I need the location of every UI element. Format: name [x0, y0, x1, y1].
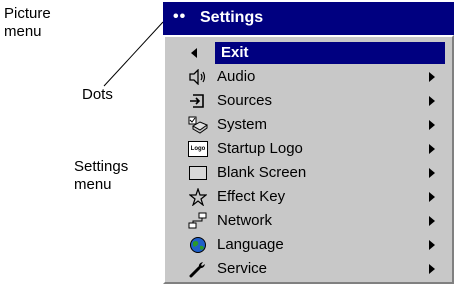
submenu-arrow-icon: [429, 120, 435, 130]
logo-icon-text: Logo: [188, 141, 208, 157]
menu-item-audio[interactable]: Audio: [179, 66, 445, 88]
wrench-icon: [187, 260, 209, 278]
menu-item-blank-screen[interactable]: Blank Screen: [179, 162, 445, 184]
menu-item-exit[interactable]: Exit: [179, 42, 445, 64]
logo-icon: Logo: [187, 140, 209, 158]
star-icon: [187, 188, 209, 206]
menu-item-label: System: [217, 116, 268, 133]
menu-body: Exit Audio Sources System Logo Startup L…: [163, 35, 454, 284]
settings-menu-window: •• Settings Exit Audio Sources System Lo…: [163, 2, 454, 284]
menu-item-label: Blank Screen: [217, 164, 307, 181]
submenu-arrow-icon: [429, 72, 435, 82]
speaker-icon: [187, 68, 209, 86]
menu-item-sources[interactable]: Sources: [179, 90, 445, 112]
menu-item-label: Audio: [217, 68, 256, 85]
menu-title-bar: •• Settings: [163, 2, 454, 35]
back-arrow-icon: [191, 48, 197, 58]
menu-item-label: Effect Key: [217, 188, 286, 205]
submenu-arrow-icon: [429, 168, 435, 178]
menu-item-label: Exit: [221, 44, 249, 61]
menu-item-language[interactable]: Language: [179, 234, 445, 256]
submenu-arrow-icon: [429, 144, 435, 154]
submenu-arrow-icon: [429, 216, 435, 226]
selection-highlight: [215, 42, 445, 64]
menu-dots: ••: [173, 8, 187, 25]
menu-item-label: Network: [217, 212, 273, 229]
globe-icon: [187, 236, 209, 254]
menu-title: Settings: [200, 9, 264, 26]
submenu-arrow-icon: [429, 96, 435, 106]
source-input-icon: [187, 92, 209, 110]
menu-item-effect-key[interactable]: Effect Key: [179, 186, 445, 208]
menu-item-system[interactable]: System: [179, 114, 445, 136]
blank-screen-icon: [187, 164, 209, 182]
menu-item-label: Sources: [217, 92, 273, 109]
menu-item-label: Language: [217, 236, 284, 253]
submenu-arrow-icon: [429, 264, 435, 274]
menu-item-label: Service: [217, 260, 268, 277]
network-icon: [187, 212, 209, 230]
submenu-arrow-icon: [429, 240, 435, 250]
system-icon: [187, 116, 209, 134]
menu-item-network[interactable]: Network: [179, 210, 445, 232]
menu-item-startup-logo[interactable]: Logo Startup Logo: [179, 138, 445, 160]
menu-item-service[interactable]: Service: [179, 258, 445, 280]
menu-item-label: Startup Logo: [217, 140, 303, 157]
submenu-arrow-icon: [429, 192, 435, 202]
